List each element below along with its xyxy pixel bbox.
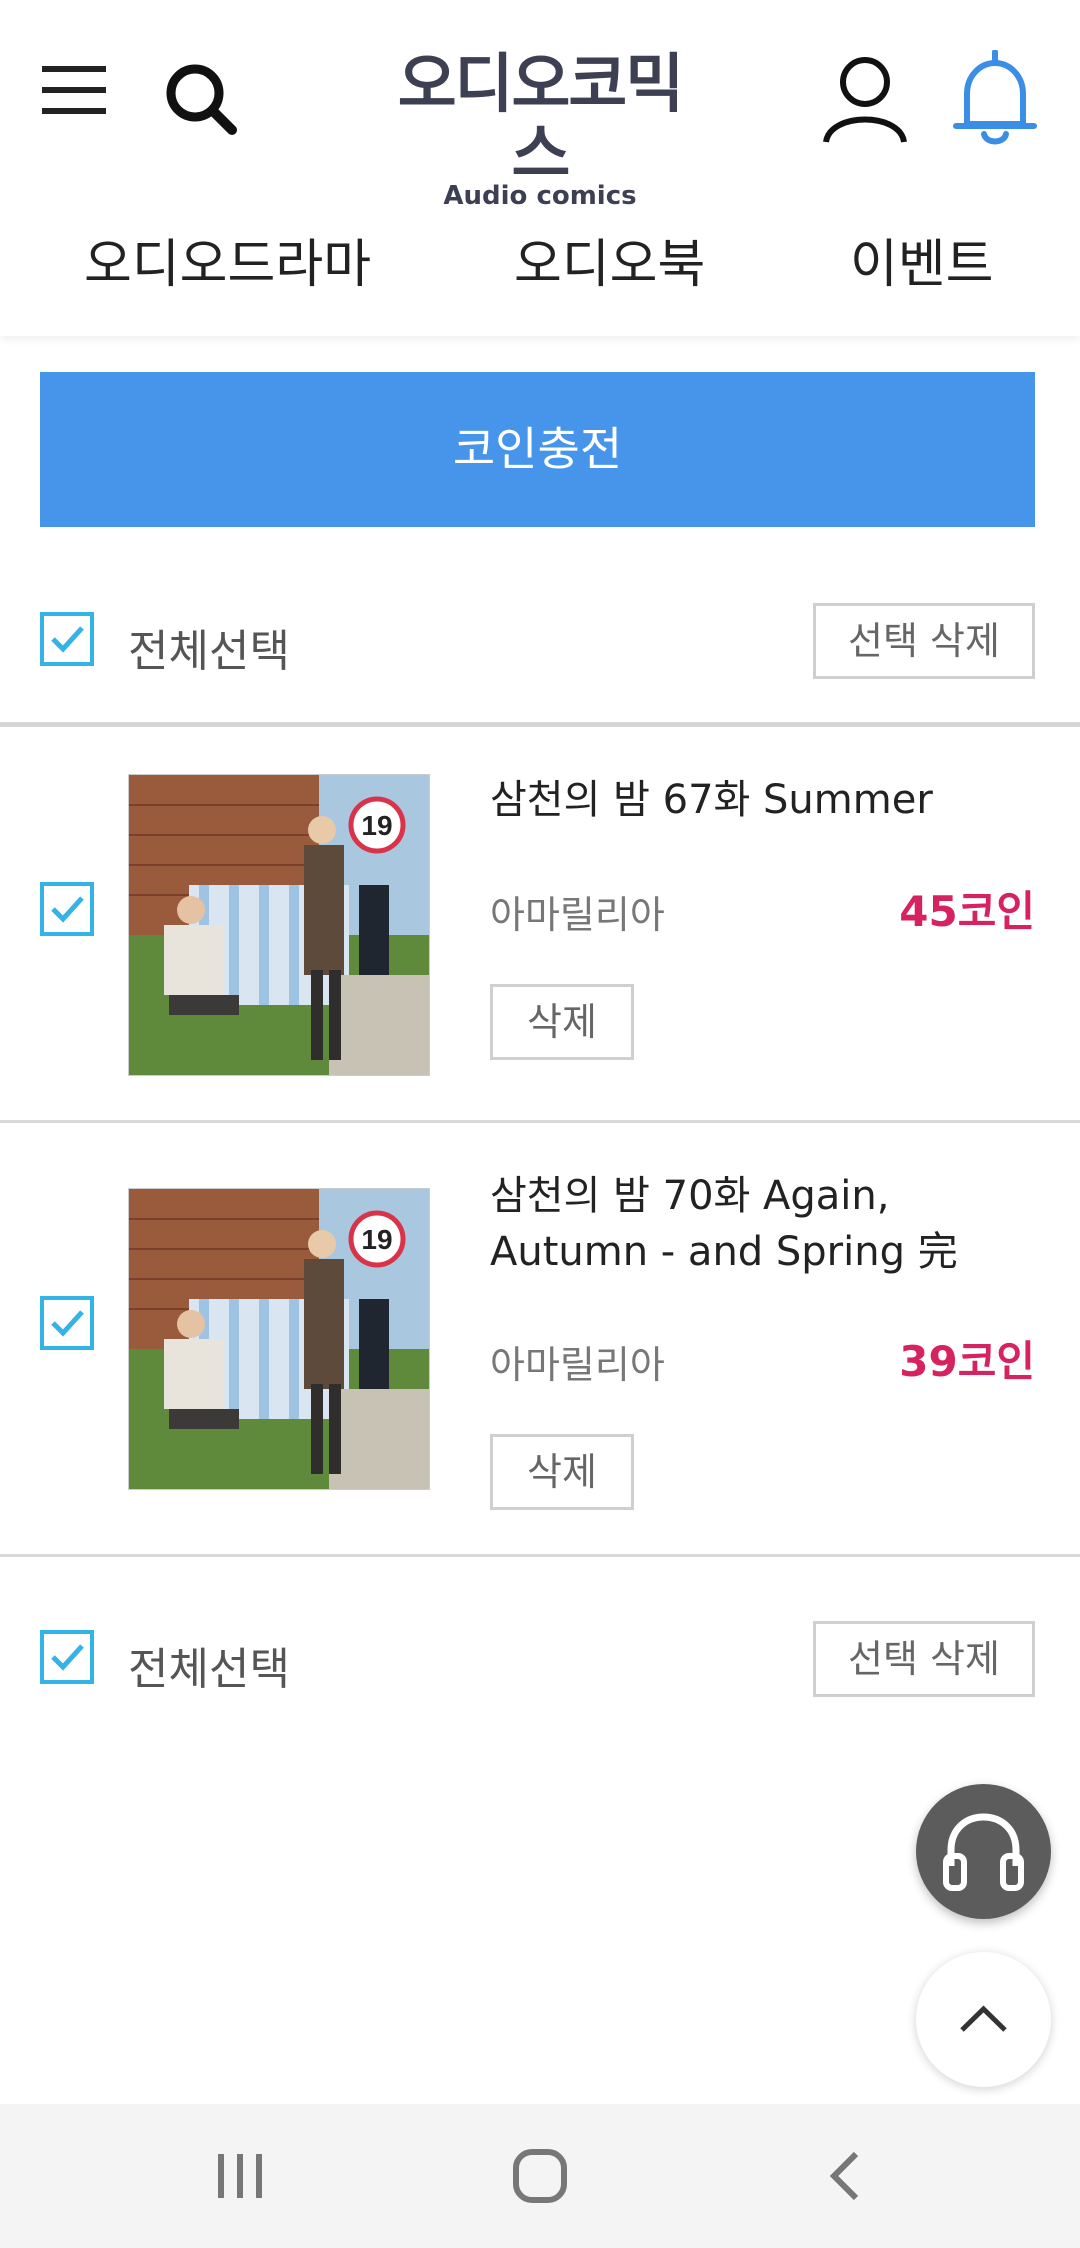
tab-event[interactable]: 이벤트 — [850, 225, 994, 305]
item-price-2: 39코인 — [899, 1337, 1035, 1386]
item-checkbox-2[interactable] — [40, 1296, 94, 1350]
home-icon[interactable] — [510, 2148, 570, 2204]
item-author-1: 아마릴리아 — [490, 893, 665, 937]
item-delete-button-1[interactable]: 삭제 — [490, 984, 634, 1060]
menu-icon[interactable] — [40, 60, 110, 120]
select-all-label-bottom: 전체선택 — [128, 1644, 290, 1695]
app-logo[interactable]: 오디오코믹스 Audio comics — [380, 50, 700, 210]
divider — [0, 722, 1080, 727]
audio-player-button[interactable] — [916, 1784, 1051, 1919]
select-all-label-top: 전체선택 — [128, 626, 290, 677]
item-price-1: 45코인 — [899, 887, 1035, 936]
checkmark-icon — [51, 1644, 84, 1671]
item-cover-image-2[interactable]: 19 — [128, 1188, 430, 1490]
scroll-top-button[interactable] — [916, 1952, 1051, 2087]
delete-selected-button-bottom[interactable]: 선택 삭제 — [813, 1621, 1035, 1697]
item-author-2: 아마릴리아 — [490, 1343, 665, 1387]
logo-title: 오디오코믹스 — [397, 48, 684, 192]
category-tabs: 오디오드라마 오디오북 이벤트 — [0, 225, 1080, 305]
system-nav-bar — [0, 2104, 1080, 2248]
tab-audio-book[interactable]: 오디오북 — [514, 225, 705, 305]
age-rating-badge: 19 — [361, 1224, 392, 1255]
checkmark-icon — [51, 896, 84, 923]
recent-apps-icon[interactable] — [210, 2150, 270, 2202]
select-all-checkbox-bottom[interactable] — [40, 1630, 94, 1684]
divider — [0, 1554, 1080, 1557]
delete-selected-button-top[interactable]: 선택 삭제 — [813, 603, 1035, 679]
divider — [0, 1120, 1080, 1123]
bell-icon[interactable] — [952, 49, 1038, 146]
user-icon[interactable] — [820, 54, 910, 144]
item-title-2[interactable]: 삼천의 밤 70화 Again, Autumn - and Spring 完 — [490, 1168, 1050, 1280]
item-cover-image-1[interactable]: 19 — [128, 774, 430, 1076]
checkmark-icon — [51, 1310, 84, 1337]
search-icon[interactable] — [164, 62, 238, 136]
item-checkbox-1[interactable] — [40, 882, 94, 936]
item-title-1[interactable]: 삼천의 밤 67화 Summer — [490, 772, 1080, 828]
back-icon[interactable] — [820, 2148, 870, 2204]
logo-subtitle: Audio comics — [443, 181, 637, 211]
chevron-up-icon — [960, 2005, 1007, 2032]
item-delete-button-2[interactable]: 삭제 — [490, 1434, 634, 1510]
headphones-icon — [943, 1813, 1024, 1891]
coin-charge-button[interactable]: 코인충전 — [40, 372, 1035, 527]
app-header: 오디오코믹스 Audio comics 오디오드라마 오디오북 이벤트 — [0, 0, 1080, 336]
tab-audio-drama[interactable]: 오디오드라마 — [84, 225, 371, 305]
checkmark-icon — [51, 626, 84, 653]
age-rating-badge: 19 — [361, 810, 392, 841]
select-all-checkbox-top[interactable] — [40, 612, 94, 666]
